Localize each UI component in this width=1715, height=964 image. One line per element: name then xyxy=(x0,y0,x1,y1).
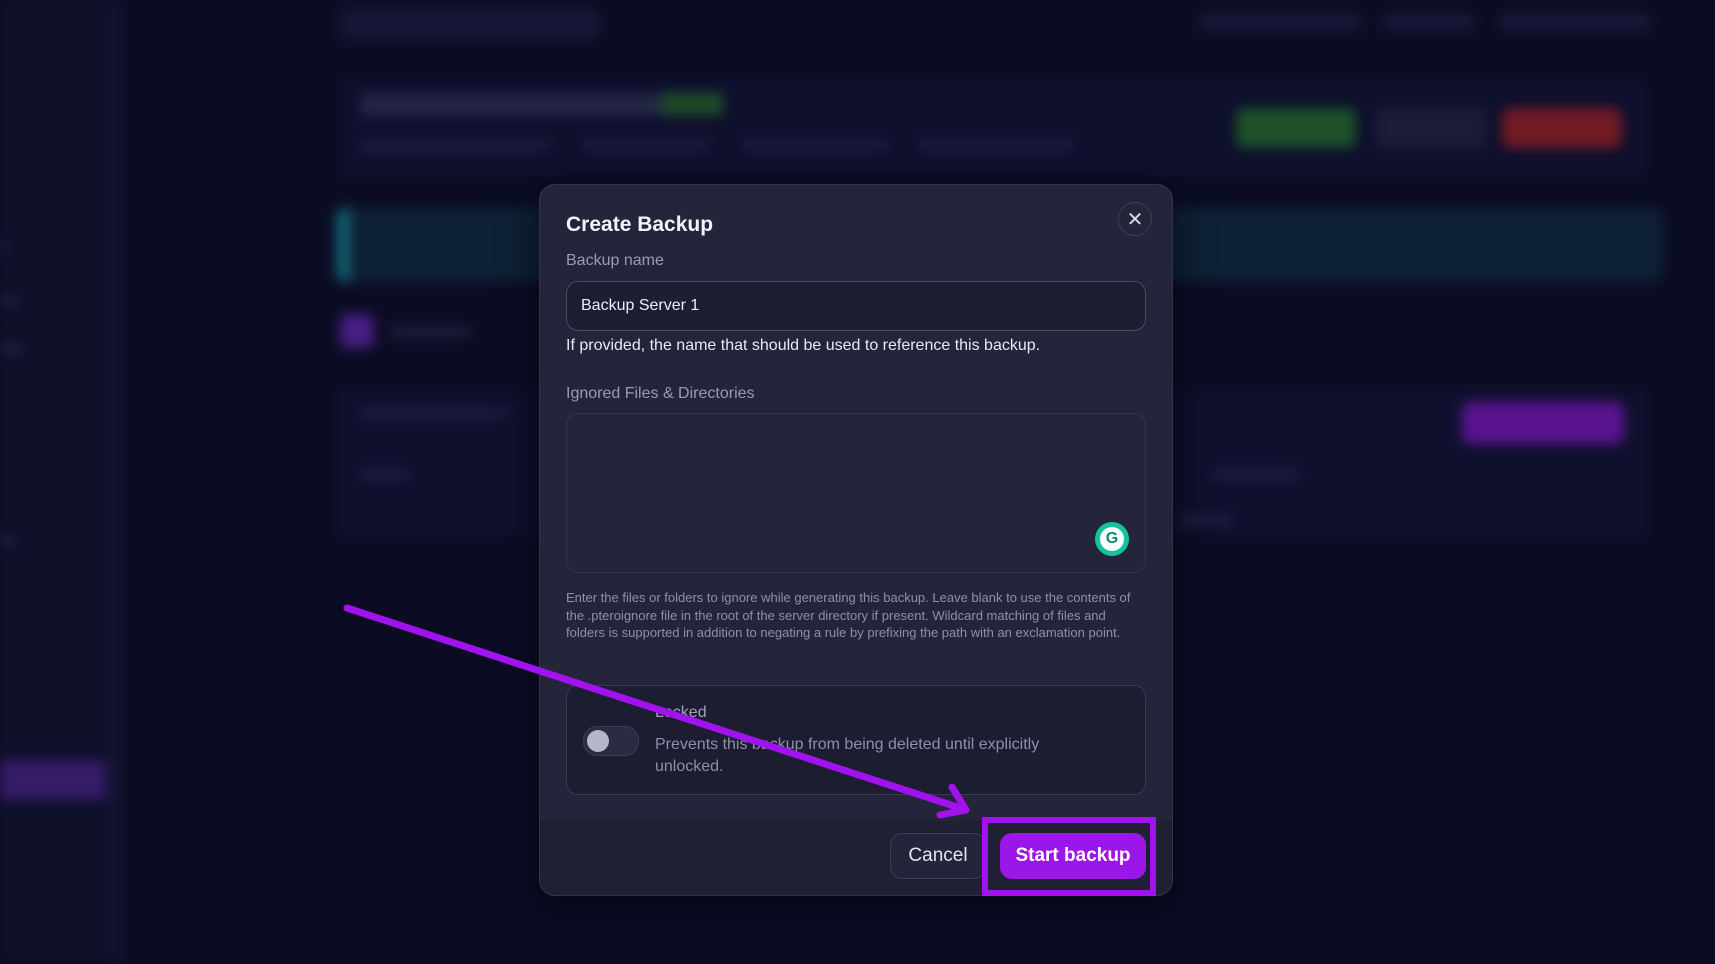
locked-description: Prevents this backup from being deleted … xyxy=(655,736,1040,775)
close-icon: ✕ xyxy=(1126,208,1144,231)
backup-name-help: If provided, the name that should be use… xyxy=(566,337,1041,354)
backup-name-input[interactable] xyxy=(566,281,1146,331)
ignored-files-textarea[interactable] xyxy=(566,413,1146,573)
ignored-files-help: Enter the files or folders to ignore whi… xyxy=(566,590,1131,640)
toggle-knob xyxy=(587,730,609,752)
locked-option-card: Locked Prevents this backup from being d… xyxy=(566,685,1146,795)
locked-toggle[interactable] xyxy=(583,726,639,756)
close-button[interactable]: ✕ xyxy=(1118,202,1152,236)
annotation-highlight-box xyxy=(982,817,1156,896)
backup-name-label: Backup name xyxy=(566,252,664,269)
locked-title: Locked xyxy=(655,704,707,721)
cancel-button[interactable]: Cancel xyxy=(890,833,986,879)
create-backup-modal: Create Backup ✕ Backup name If provided,… xyxy=(539,184,1173,896)
ignored-files-label: Ignored Files & Directories xyxy=(566,385,755,402)
modal-title: Create Backup xyxy=(566,213,714,236)
grammarly-icon[interactable]: G xyxy=(1095,522,1129,556)
